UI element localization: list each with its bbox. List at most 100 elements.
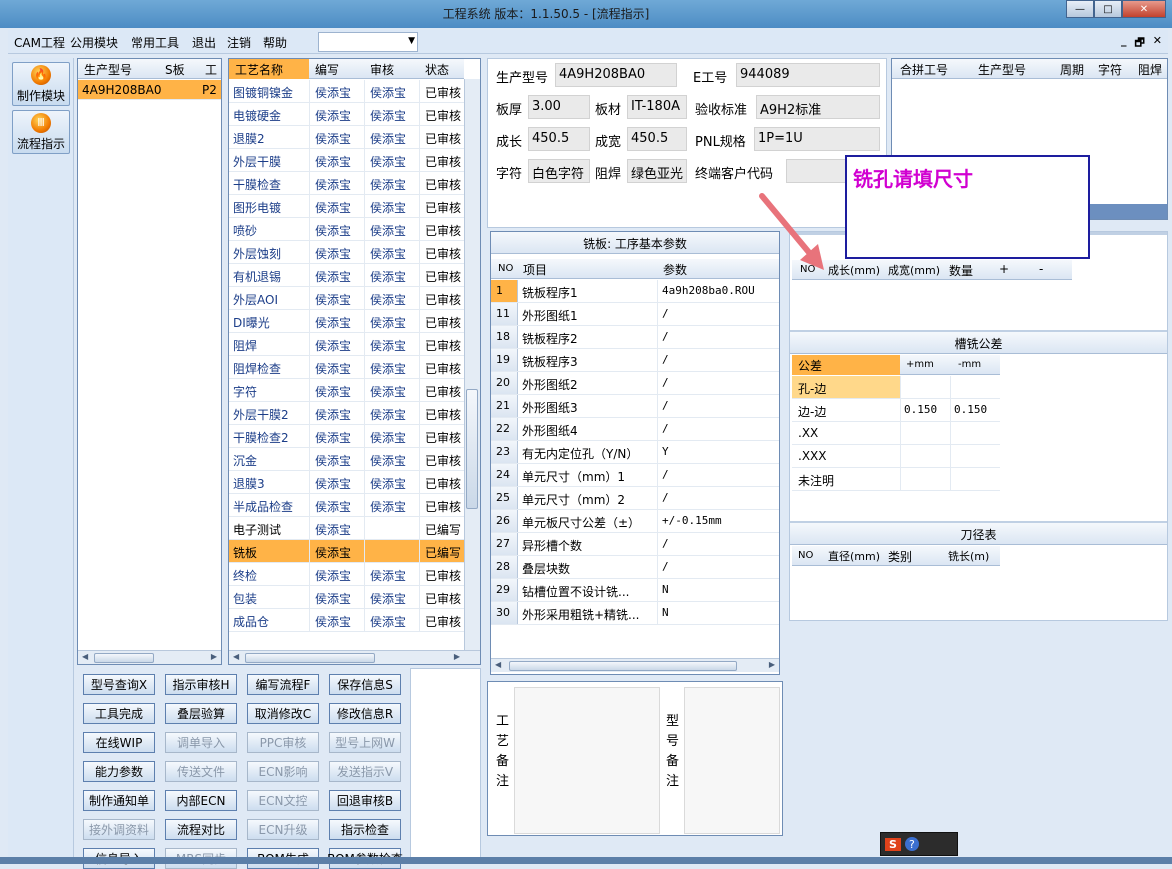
- table-row[interactable]: 18 铣板程序2 /: [491, 326, 779, 349]
- scroll-left-icon[interactable]: ◀: [82, 652, 88, 661]
- table-row[interactable]: 21 外形图纸3 /: [491, 395, 779, 418]
- tolerance-minus-cell[interactable]: 0.150: [954, 403, 987, 416]
- e-field[interactable]: 944089: [736, 63, 880, 87]
- col-process-name[interactable]: 工艺名称: [235, 61, 283, 78]
- table-row[interactable]: 未注明: [792, 468, 1000, 491]
- model-field[interactable]: 4A9H208BA0: [555, 63, 677, 87]
- action-button-1-3[interactable]: 修改信息R: [329, 703, 401, 724]
- table-row[interactable]: 退膜3 侯添宝 侯添宝 已审核: [229, 471, 464, 494]
- scroll-thumb[interactable]: [94, 653, 154, 663]
- scroll-thumb[interactable]: [509, 661, 737, 671]
- table-row[interactable]: 外层蚀刻 侯添宝 侯添宝 已审核: [229, 241, 464, 264]
- add-row-button[interactable]: +: [999, 262, 1009, 276]
- minimize-button[interactable]: —: [1066, 0, 1094, 18]
- action-button-0-2[interactable]: 编写流程F: [247, 674, 319, 695]
- col-tool-no[interactable]: NO: [798, 550, 813, 561]
- mdi-restore-icon[interactable]: 🗗: [1134, 34, 1144, 53]
- process-remark-field[interactable]: [514, 687, 660, 834]
- table-row[interactable]: 终检 侯添宝 侯添宝 已审核: [229, 563, 464, 586]
- table-row[interactable]: 字符 侯添宝 侯添宝 已审核: [229, 379, 464, 402]
- col-size-qty[interactable]: 数量: [949, 262, 973, 279]
- param-value-cell[interactable]: /: [662, 537, 669, 550]
- param-value-cell[interactable]: Y: [662, 445, 669, 458]
- table-row[interactable]: 1 铣板程序1 4a9h208ba0.ROU: [491, 280, 779, 303]
- action-button-5-3[interactable]: 指示检查: [329, 819, 401, 840]
- action-button-1-0[interactable]: 工具完成: [83, 703, 155, 724]
- mask-field[interactable]: 绿色亚光: [627, 159, 687, 183]
- col-tool-type[interactable]: 类别: [888, 548, 912, 565]
- col-tol-minus[interactable]: -mm: [958, 359, 981, 370]
- scroll-left-icon[interactable]: ◀: [233, 652, 239, 661]
- maximize-button[interactable]: □: [1094, 0, 1122, 18]
- param-value-cell[interactable]: +/-0.15mm: [662, 514, 722, 527]
- col-s[interactable]: S板: [165, 61, 185, 78]
- scroll-thumb[interactable]: [245, 653, 375, 663]
- action-button-5-1[interactable]: 流程对比: [165, 819, 237, 840]
- help-icon[interactable]: ?: [904, 837, 919, 851]
- thick-field[interactable]: 3.00: [528, 95, 590, 119]
- close-button[interactable]: ✕: [1122, 0, 1166, 18]
- col-status[interactable]: 状态: [425, 61, 449, 78]
- col-value[interactable]: 参数: [663, 261, 687, 278]
- table-row[interactable]: 退膜2 侯添宝 侯添宝 已审核: [229, 126, 464, 149]
- table-row[interactable]: 边-边 0.150 0.150: [792, 399, 1000, 422]
- table-row[interactable]: .XXX: [792, 445, 1000, 468]
- param-value-cell[interactable]: /: [662, 491, 669, 504]
- param-value-cell[interactable]: /: [662, 399, 669, 412]
- col-panel-no[interactable]: 合拼工号: [900, 61, 948, 78]
- table-row[interactable]: 19 铣板程序3 /: [491, 349, 779, 372]
- table-row[interactable]: 干膜检查2 侯添宝 侯添宝 已审核: [229, 425, 464, 448]
- param-value-cell[interactable]: /: [662, 330, 669, 343]
- table-row[interactable]: 外层AOI 侯添宝 侯添宝 已审核: [229, 287, 464, 310]
- col-w[interactable]: 工: [205, 61, 217, 78]
- flow-instruction-button[interactable]: Ⅲ 流程指示: [12, 110, 70, 154]
- table-row[interactable]: 27 异形槽个数 /: [491, 533, 779, 556]
- param-value-cell[interactable]: 4a9h208ba0.ROU: [662, 284, 755, 297]
- table-row[interactable]: 22 外形图纸4 /: [491, 418, 779, 441]
- col-tool-len[interactable]: 铣长(m): [948, 548, 989, 564]
- scroll-right-icon[interactable]: ▶: [769, 660, 775, 669]
- pnl-field[interactable]: 1P=1U: [754, 127, 880, 151]
- table-row[interactable]: 铣板 侯添宝 已编写: [229, 540, 464, 563]
- table-row[interactable]: 有机退锡 侯添宝 侯添宝 已审核: [229, 264, 464, 287]
- col-panel-model[interactable]: 生产型号: [978, 61, 1026, 78]
- table-row[interactable]: 外层干膜 侯添宝 侯添宝 已审核: [229, 149, 464, 172]
- scroll-right-icon[interactable]: ▶: [454, 652, 460, 661]
- table-row[interactable]: 20 外形图纸2 /: [491, 372, 779, 395]
- table-row[interactable]: 孔-边: [792, 376, 1000, 399]
- action-button-4-3[interactable]: 回退审核B: [329, 790, 401, 811]
- table-row[interactable]: .XX: [792, 422, 1000, 445]
- table-row[interactable]: 4A9H208BA0 P2: [78, 80, 221, 100]
- action-button-4-0[interactable]: 制作通知单: [83, 790, 155, 811]
- model-remark-field[interactable]: [684, 687, 780, 834]
- table-row[interactable]: 外层干膜2 侯添宝 侯添宝 已审核: [229, 402, 464, 425]
- table-row[interactable]: 26 单元板尺寸公差（±） +/-0.15mm: [491, 510, 779, 533]
- col-tool-dia[interactable]: 直径(mm): [828, 548, 880, 564]
- col-no[interactable]: NO: [498, 263, 513, 274]
- tolerance-plus-cell[interactable]: 0.150: [904, 403, 937, 416]
- param-value-cell[interactable]: /: [662, 307, 669, 320]
- table-row[interactable]: 干膜检查 侯添宝 侯添宝 已审核: [229, 172, 464, 195]
- col-size-wid[interactable]: 成宽(mm): [888, 262, 940, 278]
- mdi-minimize-icon[interactable]: _: [1121, 34, 1127, 53]
- table-row[interactable]: 30 外形采用粗铣+精铣... N: [491, 602, 779, 625]
- sogou-icon[interactable]: S: [885, 837, 901, 851]
- action-button-4-1[interactable]: 内部ECN: [165, 790, 237, 811]
- col-tol-name[interactable]: 公差: [798, 357, 822, 374]
- table-row[interactable]: 沉金 侯添宝 侯添宝 已审核: [229, 448, 464, 471]
- table-row[interactable]: 成品仓 侯添宝 侯添宝 已审核: [229, 609, 464, 632]
- model-grid-hscroll[interactable]: ◀ ▶: [78, 650, 221, 664]
- menu-cam[interactable]: CAM工程: [14, 34, 65, 51]
- mat-field[interactable]: IT-180A: [627, 95, 687, 119]
- action-button-2-0[interactable]: 在线WIP: [83, 732, 155, 753]
- col-char[interactable]: 字符: [1098, 61, 1122, 78]
- action-button-0-0[interactable]: 型号查询X: [83, 674, 155, 695]
- process-grid-vscroll[interactable]: [464, 79, 480, 650]
- table-row[interactable]: 25 单元尺寸（mm）2 /: [491, 487, 779, 510]
- table-row[interactable]: 29 钻槽位置不设计铣... N: [491, 579, 779, 602]
- menu-public[interactable]: 公用模块: [70, 34, 118, 51]
- table-row[interactable]: 阻焊检查 侯添宝 侯添宝 已审核: [229, 356, 464, 379]
- table-row[interactable]: 包装 侯添宝 侯添宝 已审核: [229, 586, 464, 609]
- menu-help[interactable]: 帮助: [263, 34, 287, 51]
- mdi-close-icon[interactable]: ✕: [1153, 34, 1162, 53]
